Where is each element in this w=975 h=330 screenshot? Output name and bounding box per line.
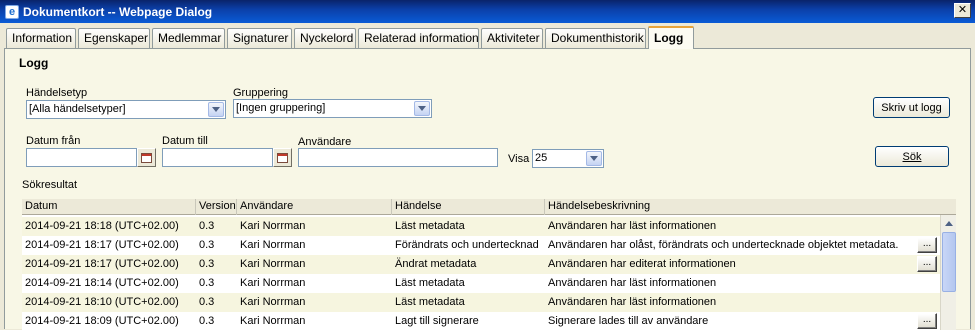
title-bar: e Dokumentkort -- Webpage Dialog ✕ (0, 0, 975, 23)
cell-version: 0.3 (199, 315, 215, 327)
cell-date: 2014-09-21 18:09 (UTC+02.00) (25, 315, 179, 327)
tab-dokumenthistorik[interactable]: Dokumenthistorik (545, 28, 646, 48)
tab-nyckelord[interactable]: Nyckelord (294, 28, 356, 48)
chevron-down-icon[interactable] (208, 102, 224, 117)
cell-event: Ändrat metadata (395, 258, 477, 270)
date-to-calendar-button[interactable] (273, 148, 292, 167)
search-button[interactable]: Sök (875, 146, 949, 167)
date-from-label: Datum från (26, 135, 81, 147)
tab-information[interactable]: Information (6, 28, 76, 48)
date-to-input[interactable] (162, 148, 273, 167)
cell-version: 0.3 (199, 239, 215, 251)
chevron-down-icon[interactable] (414, 101, 430, 116)
grouping-value: [Ingen gruppering] (236, 102, 326, 114)
cell-event: Förändrats och undertecknad (395, 239, 539, 251)
event-type-value: [Alla händelsetyper] (29, 103, 126, 115)
cell-user: Kari Norrman (240, 315, 306, 327)
date-from-calendar-button[interactable] (137, 148, 156, 167)
cell-user: Kari Norrman (240, 220, 306, 232)
window-title: Dokumentkort -- Webpage Dialog (23, 4, 213, 19)
section-title: Logg (19, 56, 49, 70)
column-header-description[interactable]: Händelsebeskrivning (545, 199, 956, 215)
cell-event: Läst metadata (395, 220, 465, 232)
cell-user: Kari Norrman (240, 239, 306, 251)
table-row[interactable]: 2014-09-21 18:09 (UTC+02.00) 0.3 Kari No… (22, 312, 940, 330)
table-row[interactable]: 2014-09-21 18:10 (UTC+02.00) 0.3 Kari No… (22, 293, 940, 312)
table-row[interactable]: 2014-09-21 18:18 (UTC+02.00) 0.3 Kari No… (22, 217, 940, 236)
cell-date: 2014-09-21 18:14 (UTC+02.00) (25, 277, 179, 289)
cell-date: 2014-09-21 18:18 (UTC+02.00) (25, 220, 179, 232)
print-log-button[interactable]: Skriv ut logg (873, 97, 950, 118)
user-label: Användare (298, 136, 352, 148)
cell-description: Användaren har editerat informationen (548, 258, 736, 270)
cell-description: Användaren har läst informationen (548, 277, 717, 289)
table-row[interactable]: 2014-09-21 18:14 (UTC+02.00) 0.3 Kari No… (22, 274, 940, 293)
cell-description: Användaren har läst informationen (548, 220, 717, 232)
show-count-select[interactable]: 25 (532, 149, 604, 168)
details-button[interactable]: ... (917, 256, 937, 272)
cell-event: Läst metadata (395, 277, 465, 289)
table-row[interactable]: 2014-09-21 18:17 (UTC+02.00) 0.3 Kari No… (22, 255, 940, 274)
cell-date: 2014-09-21 18:17 (UTC+02.00) (25, 258, 179, 270)
cell-description: Användaren har läst informationen (548, 296, 717, 308)
cell-event: Lagt till signerare (395, 315, 479, 327)
show-label: Visa (508, 153, 530, 165)
cell-date: 2014-09-21 18:10 (UTC+02.00) (25, 296, 179, 308)
event-type-label: Händelsetyp (26, 87, 88, 99)
grouping-label: Gruppering (233, 87, 289, 99)
close-button[interactable]: ✕ (954, 3, 971, 18)
event-type-select[interactable]: [Alla händelsetyper] (26, 100, 226, 119)
tab-strip: Information Egenskaper Medlemmar Signatu… (0, 23, 975, 49)
show-count-value: 25 (535, 152, 548, 164)
scroll-thumb[interactable] (942, 232, 956, 292)
calendar-icon (141, 152, 152, 163)
cell-user: Kari Norrman (240, 258, 306, 270)
grouping-select[interactable]: [Ingen gruppering] (233, 99, 432, 118)
cell-description: Användaren har olåst, förändrats och und… (548, 239, 899, 251)
column-header-user[interactable]: Användare (237, 199, 392, 215)
cell-date: 2014-09-21 18:17 (UTC+02.00) (25, 239, 179, 251)
date-to-label: Datum till (162, 135, 208, 147)
tab-logg[interactable]: Logg (648, 26, 694, 49)
cell-version: 0.3 (199, 220, 215, 232)
cell-description: Signerare lades till av användare (548, 315, 709, 327)
table-header: Datum Version Användare Händelse Händels… (22, 199, 956, 215)
ie-page-icon: e (5, 4, 19, 19)
scroll-up-icon[interactable] (942, 216, 956, 230)
cell-event: Läst metadata (395, 296, 465, 308)
column-header-event[interactable]: Händelse (392, 199, 545, 215)
cell-version: 0.3 (199, 277, 215, 289)
cell-user: Kari Norrman (240, 277, 306, 289)
tab-signaturer[interactable]: Signaturer (227, 28, 292, 48)
chevron-down-icon[interactable] (586, 151, 602, 166)
vertical-scrollbar[interactable] (940, 215, 956, 330)
calendar-icon (277, 152, 288, 163)
user-input[interactable] (298, 148, 498, 167)
logg-panel: Logg Händelsetyp [Alla händelsetyper] Gr… (4, 48, 971, 330)
results-label: Sökresultat (22, 179, 78, 191)
details-button[interactable]: ... (917, 237, 937, 253)
cell-user: Kari Norrman (240, 296, 306, 308)
tab-egenskaper[interactable]: Egenskaper (78, 28, 150, 48)
column-header-datum[interactable]: Datum (22, 199, 196, 215)
tab-relaterad-information[interactable]: Relaterad information (358, 28, 479, 48)
column-header-version[interactable]: Version (196, 199, 237, 215)
tab-aktiviteter[interactable]: Aktiviteter (481, 28, 543, 48)
table-row[interactable]: 2014-09-21 18:17 (UTC+02.00) 0.3 Kari No… (22, 236, 940, 255)
cell-version: 0.3 (199, 258, 215, 270)
date-from-input[interactable] (26, 148, 137, 167)
details-button[interactable]: ... (917, 313, 937, 329)
tab-medlemmar[interactable]: Medlemmar (152, 28, 225, 48)
results-table: Datum Version Användare Händelse Händels… (22, 199, 956, 330)
cell-version: 0.3 (199, 296, 215, 308)
